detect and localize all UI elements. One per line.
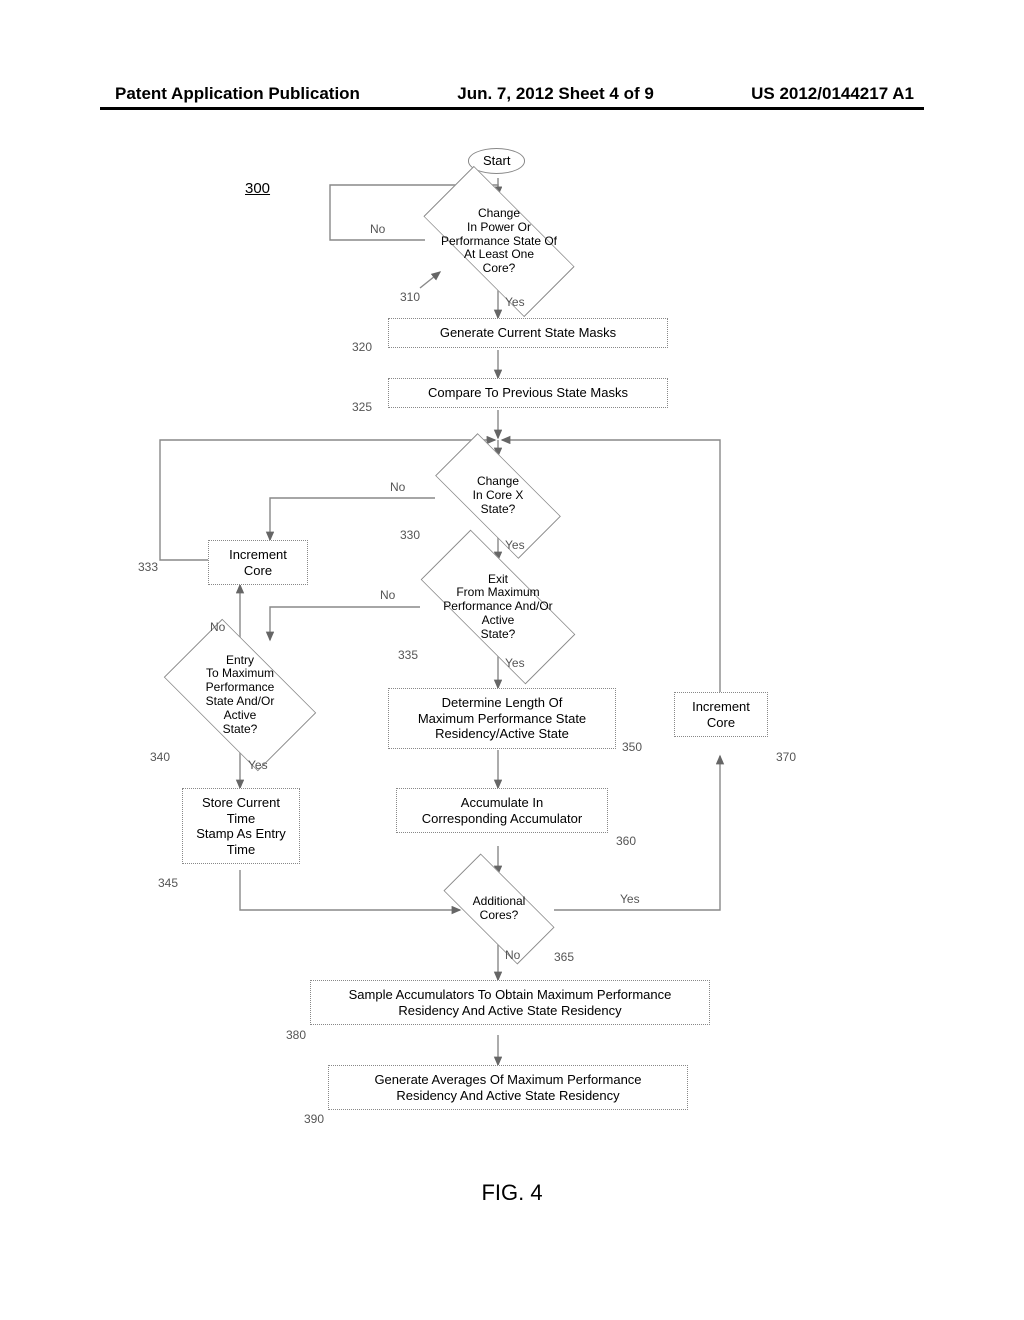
node-325: Compare To Previous State Masks (388, 378, 668, 408)
start-label: Start (483, 153, 510, 169)
node-320: Generate Current State Masks (388, 318, 668, 348)
node-370: Increment Core (674, 692, 768, 737)
ref-350: 350 (622, 740, 642, 754)
header-left: Patent Application Publication (115, 84, 360, 104)
d340-text: Entry To Maximum Performance State And/O… (206, 654, 275, 737)
d330-text: Change In Core X State? (473, 475, 524, 516)
node-350: Determine Length Of Maximum Performance … (388, 688, 616, 749)
ref-333: 333 (138, 560, 158, 574)
node-390: Generate Averages Of Maximum Performance… (328, 1065, 688, 1110)
r360-text: Accumulate In Corresponding Accumulator (422, 795, 582, 826)
node-345: Store Current Time Stamp As Entry Time (182, 788, 300, 864)
ref-335: 335 (398, 648, 418, 662)
node-330: Change In Core X State? (436, 456, 560, 536)
ref-370: 370 (776, 750, 796, 764)
d310-yes: Yes (505, 295, 525, 309)
d330-yes: Yes (505, 538, 525, 552)
node-360: Accumulate In Corresponding Accumulator (396, 788, 608, 833)
d340-yes: Yes (248, 758, 268, 772)
method-ref: 300 (245, 180, 270, 197)
d310-no: No (370, 222, 385, 236)
r390-text: Generate Averages Of Maximum Performance… (374, 1072, 641, 1103)
d335-no: No (380, 588, 395, 602)
r320-text: Generate Current State Masks (440, 325, 616, 341)
d365-no: No (505, 948, 520, 962)
node-310: Change In Power Or Performance State Of … (424, 194, 574, 289)
r325-text: Compare To Previous State Masks (428, 385, 628, 401)
ref-360: 360 (616, 834, 636, 848)
d340-no: No (210, 620, 225, 634)
d335-text: Exit From Maximum Performance And/Or Act… (443, 573, 552, 642)
ref-365: 365 (554, 950, 574, 964)
node-365: Additional Cores? (444, 874, 554, 944)
ref-320: 320 (352, 340, 372, 354)
node-335: Exit From Maximum Performance And/Or Act… (420, 560, 576, 654)
r350-text: Determine Length Of Maximum Performance … (418, 695, 586, 742)
d365-text: Additional Cores? (473, 895, 526, 923)
r380-text: Sample Accumulators To Obtain Maximum Pe… (349, 987, 672, 1018)
r345-text: Store Current Time Stamp As Entry Time (196, 795, 286, 857)
ref-390: 390 (304, 1112, 324, 1126)
figure-label: FIG. 4 (481, 1180, 542, 1206)
ref-330: 330 (400, 528, 420, 542)
ref-345: 345 (158, 876, 178, 890)
r333-text: Increment Core (229, 547, 287, 578)
d310-text: Change In Power Or Performance State Of … (441, 207, 557, 276)
d335-yes: Yes (505, 656, 525, 670)
r370-text: Increment Core (692, 699, 750, 730)
node-380: Sample Accumulators To Obtain Maximum Pe… (310, 980, 710, 1025)
header-divider (100, 107, 924, 110)
node-333: Increment Core (208, 540, 308, 585)
d365-yes: Yes (620, 892, 640, 906)
d330-no: No (390, 480, 405, 494)
ref-380: 380 (286, 1028, 306, 1042)
header-center: Jun. 7, 2012 Sheet 4 of 9 (457, 84, 654, 104)
node-340: Entry To Maximum Performance State And/O… (170, 640, 310, 750)
ref-310: 310 (400, 290, 420, 304)
figure-area: 300 Start Change In Power Or Performance… (100, 140, 924, 1180)
ref-340: 340 (150, 750, 170, 764)
header-right: US 2012/0144217 A1 (751, 84, 914, 104)
ref-325: 325 (352, 400, 372, 414)
